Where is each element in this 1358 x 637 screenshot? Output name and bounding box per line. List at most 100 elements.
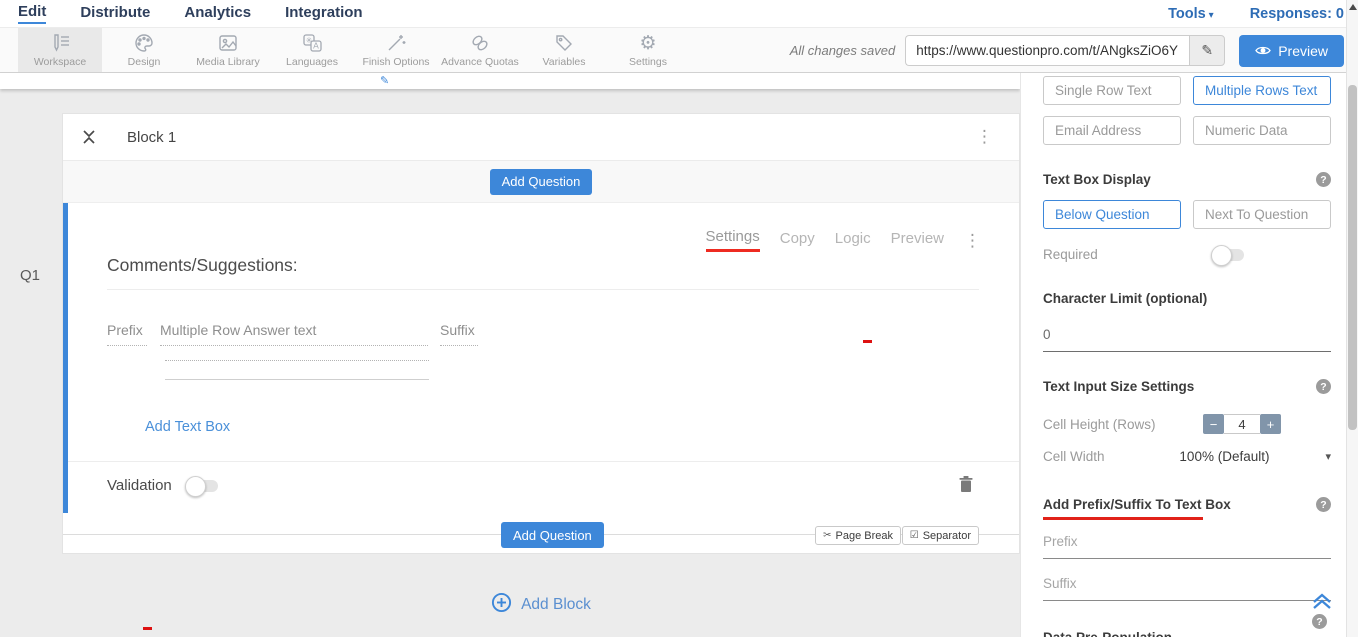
toolbar-item-workspace[interactable]: Workspace <box>18 28 102 72</box>
type-email-address[interactable]: Email Address <box>1043 116 1181 145</box>
caret-down-icon: ▾ <box>1325 450 1331 463</box>
data-prepopulation-label: Data Pre-Population <box>1043 630 1172 637</box>
scrollbar-up-arrow[interactable] <box>1349 4 1357 10</box>
question-card: Settings Copy Logic Preview ⋮ Comments/S… <box>63 203 1019 513</box>
decrement-button[interactable]: − <box>1203 414 1224 434</box>
help-icon[interactable]: ? <box>1316 497 1331 512</box>
tab-preview[interactable]: Preview <box>891 230 944 251</box>
translate-icon: ✳A <box>301 32 323 54</box>
cell-height-stepper: − 4 + <box>1203 414 1281 434</box>
collapse-block-icon[interactable] <box>83 129 95 145</box>
top-nav: Edit Distribute Analytics Integration To… <box>0 0 1358 28</box>
type-multiple-rows-text[interactable]: Multiple Rows Text <box>1193 76 1331 105</box>
plus-circle-icon <box>491 592 512 618</box>
nav-edit[interactable]: Edit <box>18 3 46 24</box>
answer-textbox[interactable]: Multiple Row Answer text <box>160 322 428 346</box>
edit-url-button[interactable]: ✎ <box>1189 35 1225 66</box>
type-single-row-text[interactable]: Single Row Text <box>1043 76 1181 105</box>
character-limit-input[interactable]: 0 <box>1043 327 1331 352</box>
cell-height-label: Cell Height (Rows) <box>1043 417 1156 432</box>
survey-title-strip: ✎ <box>0 73 1020 89</box>
toolbar-item-languages[interactable]: ✳A Languages <box>270 28 354 72</box>
display-next-to-question[interactable]: Next To Question <box>1193 200 1331 229</box>
toolbar-item-finish-options[interactable]: Finish Options <box>354 28 438 72</box>
separator-button[interactable]: ☑ Separator <box>902 526 979 545</box>
palette-icon <box>133 32 155 54</box>
questionpro-survey-editor: Edit Distribute Analytics Integration To… <box>0 0 1358 637</box>
separator-label: Separator <box>923 530 971 542</box>
add-block-label: Add Block <box>521 596 591 614</box>
text-input-size-header: Text Input Size Settings ? <box>1043 379 1331 394</box>
preview-label: Preview <box>1278 43 1328 59</box>
add-text-box-link[interactable]: Add Text Box <box>145 419 230 435</box>
validation-toggle[interactable] <box>188 480 218 492</box>
block-footer: Add Question ✂ Page Break ☑ Separator <box>63 513 1019 553</box>
toolbar-item-label: Media Library <box>196 56 260 68</box>
prefix-input[interactable]: Prefix <box>1043 534 1331 559</box>
question-title[interactable]: Comments/Suggestions: <box>107 255 298 276</box>
block-menu-icon[interactable]: ⋮ <box>976 128 993 145</box>
tab-copy[interactable]: Copy <box>780 230 815 251</box>
tab-settings[interactable]: Settings <box>706 228 760 252</box>
help-icon[interactable]: ? <box>1316 379 1331 394</box>
validation-label: Validation <box>107 477 172 494</box>
text-box-display-header: Text Box Display ? <box>1043 172 1331 187</box>
preview-button[interactable]: Preview <box>1239 35 1344 67</box>
block-title[interactable]: Block 1 <box>127 129 176 146</box>
suffix-input[interactable]: Suffix <box>1043 576 1331 601</box>
add-question-top-strip: Add Question <box>63 161 1019 203</box>
question-menu-icon[interactable]: ⋮ <box>964 232 981 249</box>
scroll-to-top-icon[interactable] <box>1312 593 1332 615</box>
magic-wand-icon <box>385 32 407 54</box>
scrollbar-thumb[interactable] <box>1348 85 1357 430</box>
toolbar-item-design[interactable]: Design <box>102 28 186 72</box>
add-question-button-top[interactable]: Add Question <box>490 169 593 195</box>
cell-width-dropdown[interactable]: 100% (Default) ▾ <box>1179 449 1331 464</box>
cell-width-label: Cell Width <box>1043 449 1105 464</box>
type-numeric-data[interactable]: Numeric Data <box>1193 116 1331 145</box>
prefix-suffix-header: Add Prefix/Suffix To Text Box ? <box>1043 497 1331 512</box>
delete-question-icon[interactable] <box>958 475 974 498</box>
toolbar-item-advance-quotas[interactable]: Advance Quotas <box>438 28 522 72</box>
toolbar-item-settings[interactable]: ⚙ Settings <box>606 28 690 72</box>
nav-menu: Edit Distribute Analytics Integration <box>0 3 363 24</box>
red-highlight-mark <box>143 627 152 630</box>
tab-logic[interactable]: Logic <box>835 230 871 251</box>
tools-label: Tools <box>1168 6 1206 22</box>
help-icon[interactable]: ? <box>1312 614 1327 629</box>
required-toggle[interactable] <box>1214 249 1244 261</box>
title-divider <box>107 289 979 290</box>
add-question-button-bottom[interactable]: Add Question <box>501 522 604 548</box>
toolbar-item-media-library[interactable]: Media Library <box>186 28 270 72</box>
svg-text:A: A <box>313 41 319 51</box>
add-block-button[interactable]: Add Block <box>62 592 1020 618</box>
page-scrollbar[interactable] <box>1346 0 1358 637</box>
caret-down-icon: ▾ <box>1209 10 1214 21</box>
required-label: Required <box>1043 247 1098 262</box>
display-below-question[interactable]: Below Question <box>1043 200 1181 229</box>
toolbar-item-label: Workspace <box>34 56 86 68</box>
toolbar-item-label: Settings <box>629 56 667 68</box>
toolbar-item-variables[interactable]: Variables <box>522 28 606 72</box>
survey-url-input[interactable] <box>905 35 1189 66</box>
save-status: All changes saved <box>790 43 896 58</box>
pencil-icon: ✎ <box>1201 42 1213 59</box>
nav-integration[interactable]: Integration <box>285 4 363 23</box>
toolbar-items: Workspace Design Media Library ✳A Langua… <box>18 28 690 72</box>
cell-width-value: 100% (Default) <box>1179 449 1269 464</box>
page-break-label: Page Break <box>836 530 893 542</box>
block-header: Block 1 ⋮ <box>63 114 1019 161</box>
toolbar-item-label: Finish Options <box>362 56 429 68</box>
nav-distribute[interactable]: Distribute <box>80 4 150 23</box>
character-limit-header: Character Limit (optional) <box>1043 291 1331 306</box>
responses-count[interactable]: Responses: 0 <box>1250 6 1344 22</box>
tools-menu[interactable]: Tools▾ <box>1168 6 1214 22</box>
page-break-button[interactable]: ✂ Page Break <box>815 526 901 545</box>
text-box-display-label: Text Box Display <box>1043 172 1151 187</box>
help-icon[interactable]: ? <box>1316 172 1331 187</box>
nav-analytics[interactable]: Analytics <box>184 4 251 23</box>
text-type-row-1: Single Row Text Multiple Rows Text <box>1043 76 1331 105</box>
cell-height-row: Cell Height (Rows) − 4 + <box>1043 414 1331 434</box>
cell-height-value[interactable]: 4 <box>1224 414 1260 434</box>
increment-button[interactable]: + <box>1260 414 1281 434</box>
